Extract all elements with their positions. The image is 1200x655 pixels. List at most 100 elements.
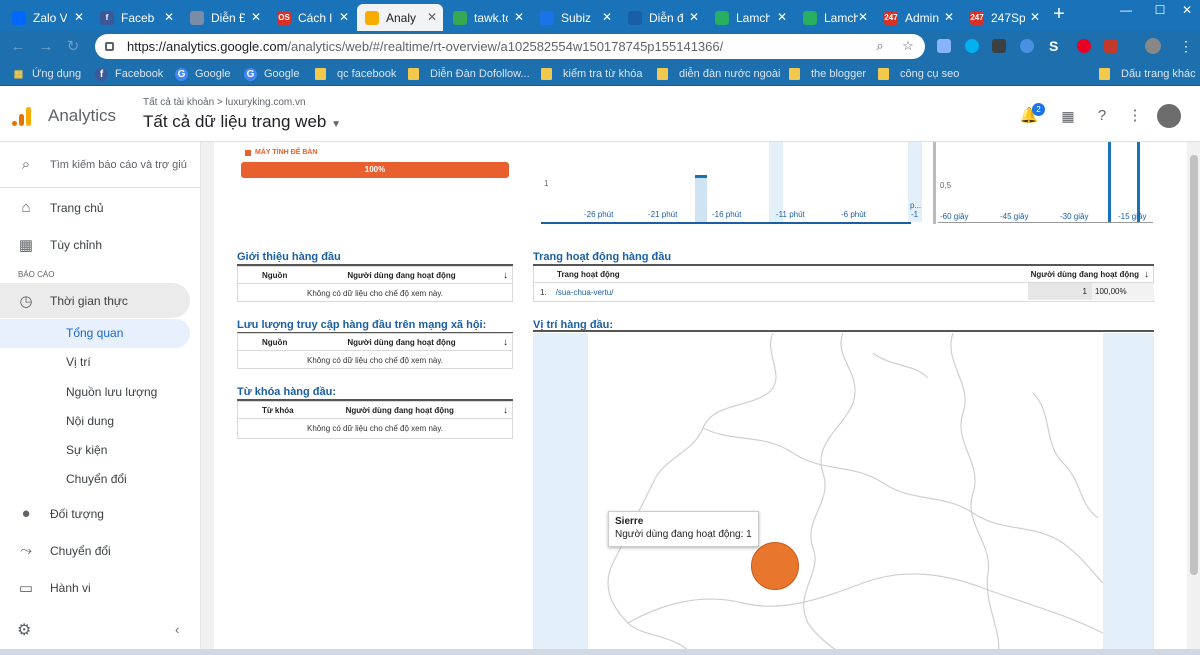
- sidebar-item-acquisition[interactable]: ⤳ Chuyển đổi: [0, 533, 190, 568]
- scrollbar-thumb[interactable]: [1190, 155, 1198, 575]
- sidebar-item-home[interactable]: ⌂ Trang chủ: [0, 190, 190, 225]
- screen-capture-extension-icon[interactable]: [992, 39, 1006, 53]
- sidebar-item-label: Hành vi: [50, 580, 91, 595]
- link-extension-icon[interactable]: [937, 39, 951, 53]
- bookmark-item[interactable]: qc facebook: [315, 66, 396, 82]
- sort-arrow-icon[interactable]: ↓: [503, 270, 508, 281]
- back-icon[interactable]: ←: [8, 37, 28, 57]
- view-selector[interactable]: Tất cả dữ liệu trang web ▼: [143, 112, 341, 132]
- sidebar-subitem-overview[interactable]: Tổng quan: [0, 319, 190, 348]
- browser-tab[interactable]: f Facebo ✕: [92, 4, 180, 31]
- bookmark-item[interactable]: f Facebook: [95, 66, 163, 82]
- sidebar-subitem-traffic-sources[interactable]: Nguồn lưu lượng: [0, 378, 190, 407]
- column-header[interactable]: Người dùng đang hoạt động: [346, 406, 454, 415]
- sidebar-subitem-conversions[interactable]: Chuyển đổi: [0, 465, 190, 494]
- pinterest-extension-icon[interactable]: [1077, 39, 1091, 53]
- table-header: Nguồn Người dùng đang hoạt động ↓: [238, 334, 512, 351]
- keywords-table: Từ khóa Người dùng đang hoạt động ↓ Khôn…: [237, 401, 513, 439]
- browser-tab[interactable]: Zalo V ✕: [4, 4, 90, 31]
- profile-avatar[interactable]: [1145, 38, 1161, 54]
- browser-tab[interactable]: OS Cách l ✕: [269, 4, 355, 31]
- bookmark-item[interactable]: G Google: [175, 66, 230, 82]
- active-users-value: 1: [1028, 283, 1092, 300]
- account-breadcrumb[interactable]: Tất cả tài khoản > luxuryking.com.vn: [143, 97, 306, 108]
- empty-row: Không có dữ liệu cho chế độ xem này.: [307, 355, 443, 365]
- forward-icon[interactable]: →: [36, 37, 56, 57]
- close-tab-icon[interactable]: ✕: [858, 10, 868, 24]
- browser-tab[interactable]: 247 Admin ✕: [876, 4, 960, 31]
- browser-tab[interactable]: Diễn đ ✕: [620, 4, 705, 31]
- close-tab-icon[interactable]: ✕: [339, 10, 349, 24]
- column-header[interactable]: Người dùng đang hoạt động: [347, 271, 455, 280]
- bookmark-item[interactable]: diễn đàn nước ngoài: [657, 66, 780, 82]
- user-avatar[interactable]: [1157, 104, 1181, 128]
- sidebar-item-audience[interactable]: ● Đối tượng: [0, 496, 190, 531]
- close-tab-icon[interactable]: ✕: [777, 10, 787, 24]
- column-header[interactable]: Người dùng đang hoạt động: [347, 338, 455, 347]
- browser-tab[interactable]: Analy ✕: [357, 4, 443, 31]
- close-tab-icon[interactable]: ✕: [1030, 10, 1040, 24]
- sidebar-item-customize[interactable]: ▦ Tùy chỉnh: [0, 227, 190, 262]
- address-bar[interactable]: https://analytics.google.com/analytics/w…: [95, 34, 925, 59]
- location-bubble[interactable]: [751, 542, 799, 590]
- zoom-icon[interactable]: ⌕: [871, 37, 889, 55]
- bookmark-item[interactable]: kiểm tra từ khóa: [541, 66, 643, 82]
- seo-extension-icon[interactable]: [1104, 39, 1118, 53]
- apps-grid-icon[interactable]: ▦: [1057, 105, 1079, 127]
- sidebar-search[interactable]: ⌕ Tìm kiếm báo cáo và trợ giú: [0, 149, 190, 180]
- sidebar: ⌕ Tìm kiếm báo cáo và trợ giú ⌂ Trang ch…: [0, 142, 201, 655]
- close-tab-icon[interactable]: ✕: [689, 10, 699, 24]
- close-tab-icon[interactable]: ✕: [427, 10, 437, 24]
- browser-tab[interactable]: Diễn Đ ✕: [182, 4, 267, 31]
- sort-arrow-icon[interactable]: ↓: [503, 405, 508, 416]
- bookmark-star-icon[interactable]: ☆: [899, 37, 917, 55]
- browser-menu-icon[interactable]: ⋮: [1179, 38, 1193, 55]
- sidebar-subitem-locations[interactable]: Vị trí: [0, 348, 190, 377]
- close-tab-icon[interactable]: ✕: [944, 10, 954, 24]
- browser-tab[interactable]: Subiz ✕: [532, 4, 618, 31]
- more-options-icon[interactable]: ⋮: [1124, 105, 1146, 127]
- sidebar-subitem-content[interactable]: Nội dung: [0, 407, 190, 436]
- skype-extension-icon[interactable]: [965, 39, 979, 53]
- folder-icon: [315, 68, 326, 80]
- bookmark-label: Google: [195, 68, 231, 80]
- bookmark-item[interactable]: Dấu trang khác: [1099, 66, 1196, 82]
- help-icon[interactable]: ?: [1091, 105, 1113, 127]
- keywords-title: Từ khóa hàng đầu:: [237, 386, 337, 398]
- location-map[interactable]: [533, 333, 1154, 655]
- collapse-sidebar-icon[interactable]: ‹: [175, 622, 179, 637]
- browser-tab[interactable]: 247 247Sp ✕: [962, 4, 1046, 31]
- s-extension-icon[interactable]: S: [1049, 39, 1063, 53]
- reload-icon[interactable]: ↻: [63, 37, 83, 57]
- close-tab-icon[interactable]: ✕: [602, 10, 612, 24]
- settings-gear-icon[interactable]: ⚙: [17, 620, 35, 639]
- bookmark-item[interactable]: ▦ Ứng dụng: [12, 66, 81, 82]
- close-window-button[interactable]: ✕: [1167, 0, 1200, 31]
- forum-icon: [628, 10, 642, 25]
- bookmark-item[interactable]: Diễn Đàn Dofollow...: [408, 66, 530, 82]
- column-header: Trang hoạt động: [557, 269, 620, 279]
- browser-tab[interactable]: Lamch ✕: [795, 4, 874, 31]
- sidebar-subitem-events[interactable]: Sự kiện: [0, 436, 190, 465]
- sidebar-item-behavior[interactable]: ▭ Hành vi: [0, 570, 190, 605]
- close-tab-icon[interactable]: ✕: [74, 10, 84, 24]
- close-tab-icon[interactable]: ✕: [251, 10, 261, 24]
- extension-icon[interactable]: [1020, 39, 1034, 53]
- browser-tab[interactable]: Lamch ✕: [707, 4, 793, 31]
- page-link[interactable]: /sua-chua-vertu/: [547, 288, 614, 297]
- device-legend-label: MÁY TÍNH ĐỂ BÀN: [255, 149, 318, 156]
- sort-arrow-icon[interactable]: ↓: [503, 337, 508, 348]
- tab-title: Lamch: [736, 10, 770, 25]
- bookmark-label: the blogger: [811, 68, 867, 80]
- bookmark-item[interactable]: the blogger: [789, 66, 866, 82]
- column-header[interactable]: Người dùng đang hoạt động: [1031, 270, 1139, 279]
- browser-tab[interactable]: tawk.to ✕: [445, 4, 530, 31]
- close-tab-icon[interactable]: ✕: [164, 10, 174, 24]
- close-tab-icon[interactable]: ✕: [514, 10, 524, 24]
- sort-arrow-icon[interactable]: ↓: [1144, 269, 1149, 280]
- bookmark-item[interactable]: G Google: [244, 66, 299, 82]
- bookmark-item[interactable]: công cụ seo: [878, 66, 959, 82]
- sidebar-item-realtime[interactable]: ◷ Thời gian thực: [0, 283, 190, 318]
- new-tab-button[interactable]: +: [1048, 4, 1070, 26]
- url-path: /analytics/web/#/realtime/rt-overview/a1…: [287, 39, 724, 54]
